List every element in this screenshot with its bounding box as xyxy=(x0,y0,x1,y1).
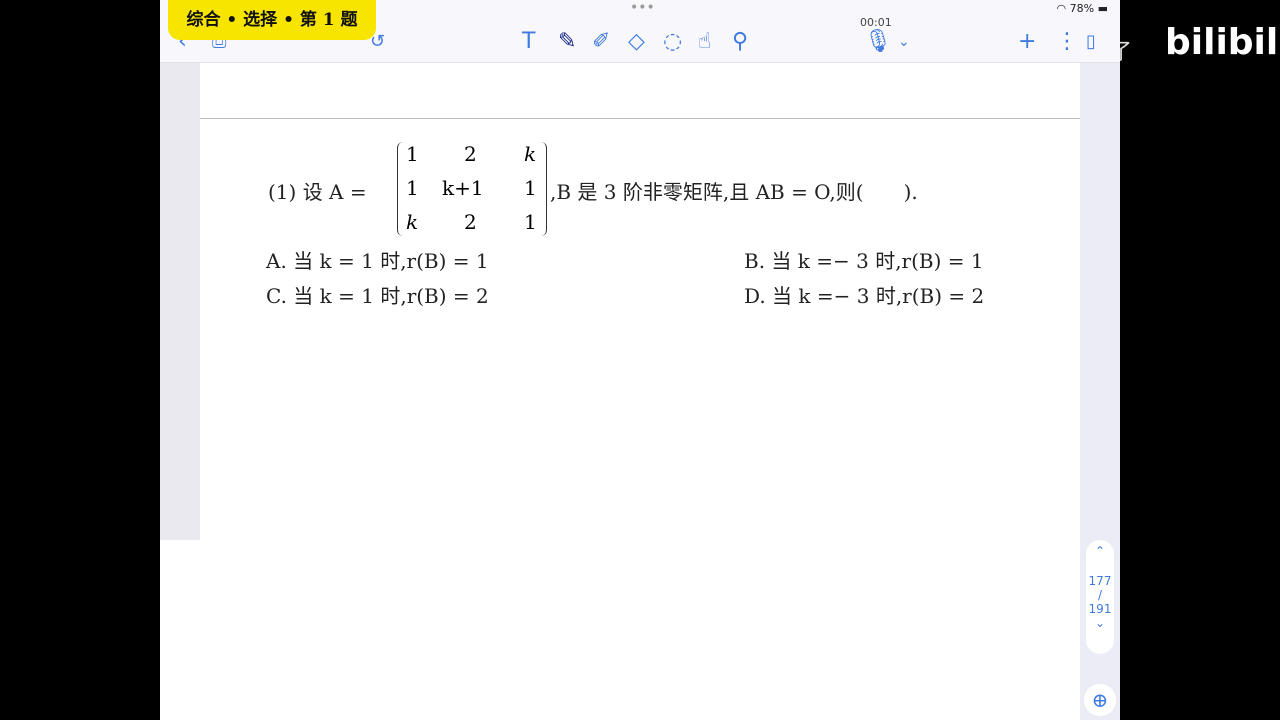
question-prefix: (1) 设 A = xyxy=(268,180,367,204)
lasso-icon[interactable]: ◌ xyxy=(663,30,682,54)
page-divider xyxy=(200,118,1080,119)
matrix-cell: k xyxy=(406,210,419,234)
hand-icon[interactable]: ☝ xyxy=(698,30,711,54)
matrix-cell: 2 xyxy=(464,210,477,234)
matrix-cell: k xyxy=(524,142,537,166)
bilibili-logo: bilibili xyxy=(1165,22,1280,63)
question-suffix: ,B 是 3 阶非零矩阵,且 AB = O,则( ). xyxy=(550,180,918,204)
more-dots-icon[interactable]: ••• xyxy=(630,0,655,16)
pen-tool-icon[interactable]: ✎ xyxy=(558,30,576,54)
matrix-cell: k+1 xyxy=(442,176,484,200)
page-up-icon[interactable]: ⌃ xyxy=(1086,544,1114,558)
page-navigator[interactable]: ⌃ 177 / 191 ⌄ xyxy=(1086,540,1114,654)
left-margin xyxy=(160,63,200,540)
option-b: B. 当 k =− 3 时,r(B) = 1 xyxy=(744,249,984,273)
battery-level: 78% xyxy=(1069,2,1095,15)
recording-timer: 00:01 xyxy=(860,16,892,29)
highlighter-icon[interactable]: ✐ xyxy=(592,30,610,54)
eraser-icon[interactable]: ◇ xyxy=(628,30,645,54)
page-separator: / xyxy=(1097,588,1103,602)
laser-icon[interactable]: ⚲ xyxy=(732,30,748,54)
matrix-cell: 2 xyxy=(464,142,477,166)
page-down-icon[interactable]: ⌄ xyxy=(1086,616,1114,630)
matrix-cell: 1 xyxy=(524,176,537,200)
status-bar: ◠ 78% ▬ xyxy=(1056,2,1108,15)
option-a: A. 当 k = 1 时,r(B) = 1 xyxy=(266,249,489,273)
more-icon[interactable]: ⋮ xyxy=(1056,30,1078,54)
add-icon[interactable]: + xyxy=(1018,30,1036,54)
matrix-a: 1 2 k 1 k+1 1 k 2 1 xyxy=(397,142,547,236)
option-c: C. 当 k = 1 时,r(B) = 2 xyxy=(266,284,489,308)
zoom-icon[interactable]: ⊕ xyxy=(1084,684,1116,716)
microphone-icon[interactable]: 🎙 xyxy=(864,30,892,54)
total-pages: 191 xyxy=(1088,602,1112,616)
title-badge: 综合 • 选择 • 第 1 题 xyxy=(168,0,376,40)
pages-icon[interactable]: ▯ xyxy=(1086,30,1096,54)
matrix-cell: 1 xyxy=(406,142,419,166)
matrix-cell: 1 xyxy=(524,210,537,234)
matrix-cell: 1 xyxy=(406,176,419,200)
chevron-down-icon[interactable]: ⌄ xyxy=(898,30,910,54)
text-tool-icon[interactable]: T xyxy=(522,30,535,54)
current-page: 177 xyxy=(1088,574,1112,588)
notes-app: ••• 00:01 ◠ 78% ▬ ‹ ⎙ ↺ T ✎ ✐ ◇ ◌ ☝ ⚲ 🎙 … xyxy=(160,0,1120,720)
option-d: D. 当 k =− 3 时,r(B) = 2 xyxy=(744,284,985,308)
